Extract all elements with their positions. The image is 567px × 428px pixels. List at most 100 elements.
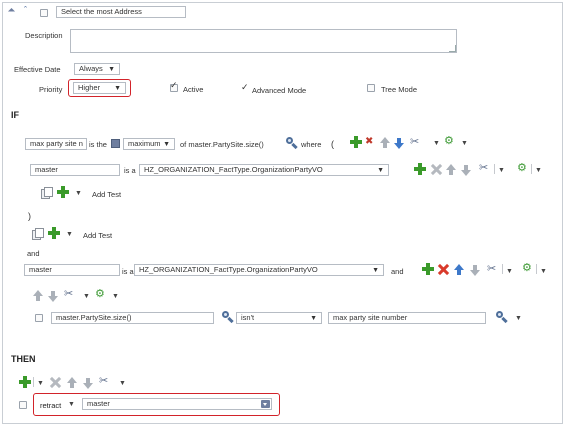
toolbar-separator — [502, 264, 503, 274]
is-a-label: is a — [124, 166, 136, 175]
test-left-expression-field[interactable]: master.PartySite.size() — [51, 312, 214, 324]
operator-select[interactable]: isn't ▼ — [236, 312, 322, 324]
cut-icon[interactable]: ✂ — [99, 376, 108, 387]
and-label: and — [27, 249, 40, 258]
settings-menu-caret-icon[interactable]: ▼ — [535, 167, 542, 175]
action-target-value: master — [87, 399, 110, 408]
cut-menu-caret-icon[interactable]: ▼ — [433, 140, 440, 148]
move-up-icon[interactable] — [33, 290, 43, 301]
and-label: and — [391, 267, 404, 276]
settings-menu-caret-icon[interactable]: ▼ — [540, 268, 547, 276]
move-up-icon[interactable] — [380, 137, 390, 148]
cut-icon[interactable]: ✂ — [479, 163, 488, 174]
add-icon[interactable] — [414, 163, 426, 175]
chevron-down-icon[interactable] — [261, 400, 270, 408]
move-up-icon[interactable] — [67, 377, 77, 388]
settings-menu-caret-icon[interactable]: ▼ — [461, 140, 468, 148]
add-test-icon[interactable] — [48, 227, 60, 239]
fact-type-select[interactable]: HZ_ORGANIZATION_FactType.OrganizationPar… — [134, 264, 384, 276]
add-test-label[interactable]: Add Test — [92, 190, 121, 199]
test-select-checkbox[interactable] — [35, 314, 43, 322]
cut-menu-caret-icon[interactable]: ▼ — [506, 268, 513, 276]
delete-red-icon[interactable]: ✖ — [365, 137, 373, 147]
rule-select-checkbox[interactable] — [40, 9, 48, 17]
paste-icon[interactable] — [41, 187, 53, 199]
effective-date-select[interactable]: Always ▼ — [74, 63, 120, 75]
delete-icon[interactable] — [50, 377, 61, 388]
settings-gear-icon[interactable]: ⚙ — [95, 289, 105, 300]
delete-icon[interactable] — [431, 164, 442, 175]
settings-menu-caret-icon[interactable]: ▼ — [112, 293, 119, 301]
operator-value: isn't — [241, 313, 255, 322]
tree-mode-checkbox[interactable] — [367, 84, 375, 92]
search-icon[interactable] — [286, 137, 298, 150]
priority-value: Higher — [78, 83, 101, 92]
move-down-icon[interactable] — [461, 165, 471, 176]
aggregate-function-select[interactable]: maximum ▼ — [123, 138, 175, 150]
move-up-icon[interactable] — [454, 264, 464, 275]
add-test-caret-icon[interactable]: ▼ — [75, 190, 82, 198]
chevron-down-icon: ▼ — [163, 141, 170, 148]
add-icon[interactable] — [422, 263, 434, 275]
aggregate-variable-field[interactable]: max party site n — [25, 138, 87, 150]
chevron-down-icon: ▼ — [114, 85, 121, 92]
cut-icon[interactable]: ✂ — [410, 137, 419, 148]
priority-label: Priority — [39, 85, 63, 94]
paste-icon[interactable] — [32, 228, 44, 240]
add-test-caret-icon[interactable]: ▼ — [66, 231, 73, 239]
toolbar-separator — [33, 377, 34, 387]
effective-date-label: Effective Date — [14, 65, 61, 74]
description-label: Description — [25, 31, 63, 40]
advanced-mode-check-icon[interactable]: ✓ — [241, 82, 249, 93]
search-menu-caret-icon[interactable]: ▼ — [515, 315, 522, 323]
cut-icon[interactable]: ✂ — [487, 264, 496, 275]
is-a-label: is a — [122, 267, 134, 276]
settings-gear-icon[interactable]: ⚙ — [517, 163, 527, 174]
is-the-label: is the — [89, 140, 107, 149]
cut-icon[interactable]: ✂ — [64, 289, 73, 300]
cut-menu-caret-icon[interactable]: ▼ — [83, 293, 90, 301]
double-chevron-up-icon[interactable]: ˆ — [24, 5, 27, 15]
aggregate-function-value: maximum — [128, 139, 161, 148]
add-test-label[interactable]: Add Test — [83, 231, 112, 240]
settings-gear-icon[interactable]: ⚙ — [444, 136, 454, 147]
search-icon[interactable] — [496, 311, 508, 324]
fact-type-value: HZ_ORGANIZATION_FactType.OrganizationPar… — [139, 265, 318, 274]
move-down-icon[interactable] — [48, 291, 58, 302]
textarea-resize-handle-icon[interactable] — [449, 45, 456, 52]
action-verb-label[interactable]: retract — [40, 401, 61, 410]
chevron-down-icon: ▼ — [108, 66, 115, 73]
action-select-checkbox[interactable] — [19, 401, 27, 409]
cut-menu-caret-icon[interactable]: ▼ — [119, 380, 126, 388]
checkmark-icon: ✓ — [170, 80, 178, 90]
add-action-icon[interactable] — [19, 376, 31, 388]
move-down-icon[interactable] — [470, 265, 480, 276]
fact-variable-field[interactable]: master — [24, 264, 120, 276]
is-the-dropdown-button[interactable] — [111, 139, 120, 148]
then-heading: THEN — [11, 354, 36, 364]
priority-select[interactable]: Higher ▼ — [73, 82, 126, 94]
add-test-icon[interactable] — [57, 186, 69, 198]
delete-icon[interactable] — [438, 264, 449, 275]
chevron-down-icon: ▼ — [377, 167, 384, 174]
open-paren-label: ( — [331, 139, 334, 149]
rule-name-field[interactable]: Select the most Address — [56, 6, 186, 18]
effective-date-value: Always — [79, 64, 103, 73]
cut-menu-caret-icon[interactable]: ▼ — [498, 167, 505, 175]
add-action-caret-icon[interactable]: ▼ — [37, 380, 44, 388]
test-right-expression-field[interactable]: max party site number — [328, 312, 486, 324]
add-icon[interactable] — [350, 136, 362, 148]
description-textarea[interactable] — [70, 29, 457, 53]
advanced-mode-label: Advanced Mode — [252, 86, 307, 95]
move-down-icon[interactable] — [394, 138, 404, 149]
settings-gear-icon[interactable]: ⚙ — [522, 263, 532, 274]
chevron-down-icon: ▼ — [310, 315, 317, 322]
search-icon[interactable] — [222, 311, 234, 324]
action-verb-caret-icon[interactable]: ▼ — [68, 401, 75, 409]
move-down-icon[interactable] — [83, 378, 93, 389]
fact-type-select[interactable]: HZ_ORGANIZATION_FactType.OrganizationPar… — [139, 164, 389, 176]
fact-variable-field[interactable]: master — [30, 164, 120, 176]
action-target-select[interactable]: master — [82, 398, 272, 410]
move-up-icon[interactable] — [446, 164, 456, 175]
toolbar-separator — [531, 164, 532, 174]
